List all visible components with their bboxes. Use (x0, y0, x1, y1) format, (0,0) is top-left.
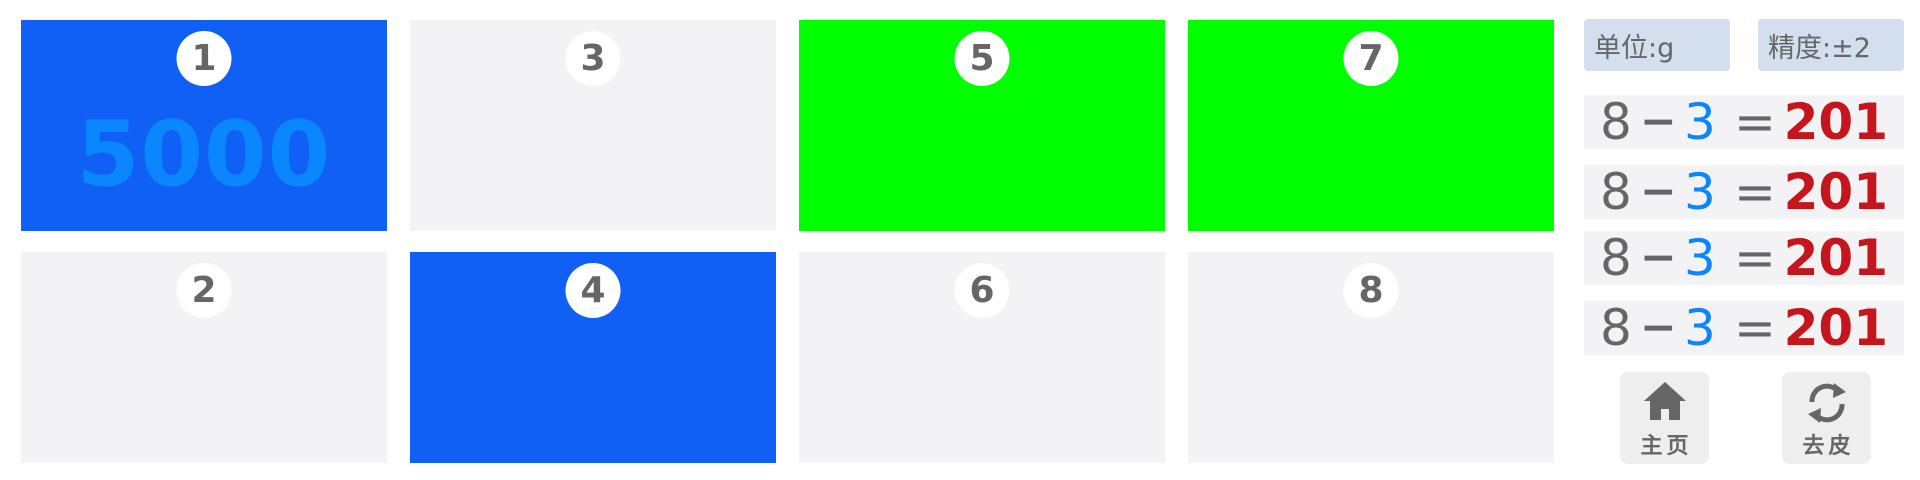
equation-result: 201 (1783, 93, 1888, 151)
equation-operand-a: 8 (1600, 229, 1632, 287)
equation-operand-b: 3 (1684, 299, 1716, 357)
equation-operator: − (1640, 232, 1677, 283)
unit-badge: 单位:g (1584, 19, 1730, 71)
tile-number: 4 (565, 263, 621, 318)
equation-operand-a: 8 (1600, 163, 1632, 221)
equation-equals: = (1734, 163, 1776, 221)
tile-1[interactable]: 1 5000 (21, 20, 387, 231)
tile-3[interactable]: 3 (410, 20, 776, 231)
equation-operand-b: 3 (1684, 163, 1716, 221)
tile-number: 1 (176, 31, 232, 86)
equation-operator: − (1640, 166, 1677, 217)
tile-number: 7 (1343, 31, 1399, 86)
equation-result: 201 (1783, 163, 1888, 221)
equation-operator: − (1640, 302, 1677, 353)
equation-row: 8 − 3 = 201 (1584, 301, 1904, 355)
equation-operand-b: 3 (1684, 93, 1716, 151)
equation-equals: = (1734, 299, 1776, 357)
tile-4[interactable]: 4 (410, 252, 776, 463)
equation-operand-b: 3 (1684, 229, 1716, 287)
tile-5[interactable]: 5 (799, 20, 1165, 231)
equation-operator: − (1640, 96, 1677, 147)
refresh-icon (1807, 383, 1846, 423)
home-button[interactable]: 主页 (1620, 372, 1709, 464)
equation-operand-a: 8 (1600, 299, 1632, 357)
tile-8[interactable]: 8 (1188, 252, 1554, 463)
equation-equals: = (1734, 229, 1776, 287)
precision-badge: 精度:±2 (1758, 19, 1904, 71)
equation-equals: = (1734, 93, 1776, 151)
tile-number: 8 (1343, 263, 1399, 318)
tile-number: 3 (565, 31, 621, 86)
tile-7[interactable]: 7 (1188, 20, 1554, 231)
home-icon (1643, 382, 1686, 420)
tile-2[interactable]: 2 (21, 252, 387, 463)
home-button-label: 主页 (1640, 434, 1693, 459)
equation-result: 201 (1783, 229, 1888, 287)
equation-row: 8 − 3 = 201 (1584, 231, 1904, 285)
tile-number: 6 (954, 263, 1010, 318)
equation-row: 8 − 3 = 201 (1584, 95, 1904, 149)
equation-operand-a: 8 (1600, 93, 1632, 151)
tare-button[interactable]: 去皮 (1782, 372, 1871, 464)
equation-result: 201 (1783, 299, 1888, 357)
tile-number: 5 (954, 31, 1010, 86)
tile-weight-value: 5000 (76, 102, 332, 207)
tile-number: 2 (176, 263, 232, 318)
tare-button-label: 去皮 (1802, 434, 1855, 459)
tile-6[interactable]: 6 (799, 252, 1165, 463)
equation-row: 8 − 3 = 201 (1584, 165, 1904, 219)
